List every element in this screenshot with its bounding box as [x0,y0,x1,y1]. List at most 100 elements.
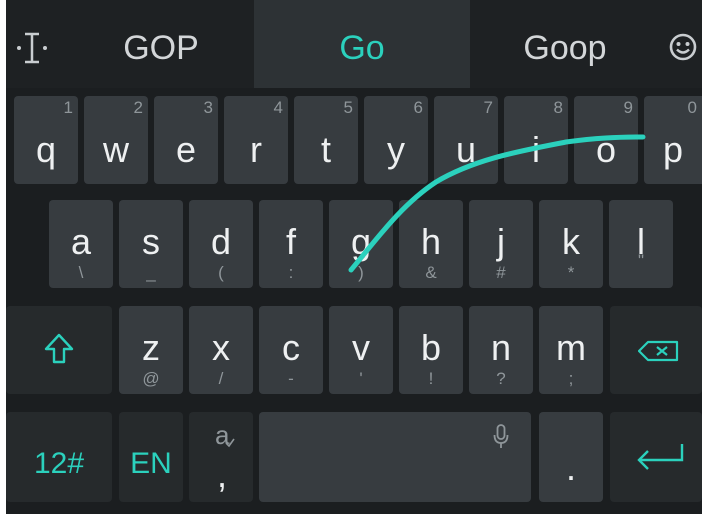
emoji-icon[interactable] [668,32,698,62]
key-label: o [595,129,617,170]
key-label: h [420,221,442,262]
key-hint: 4 [273,98,283,117]
key-hint: 7 [483,98,493,117]
symbols-label: 12# [33,447,85,480]
space-key[interactable] [259,412,531,502]
key-label: a [70,221,92,262]
key-i[interactable]: 8 i [504,96,568,184]
key-label: t [320,129,331,170]
key-label: y [387,129,405,170]
key-a[interactable]: a \ [49,200,113,288]
backspace-icon [638,340,679,362]
key-h[interactable]: h & [399,200,463,288]
key-k[interactable]: k * [539,200,603,288]
key-f[interactable]: f : [259,200,323,288]
language-label: EN [130,447,172,480]
key-hint: ' [359,369,363,388]
key-hint: / [218,369,224,388]
key-label: v [352,327,370,368]
key-x[interactable]: x / [189,306,253,394]
comma-label: , [217,454,228,495]
suggestion-strip: GOP Go Goop [6,0,702,88]
key-y[interactable]: 6 y [364,96,428,184]
key-label: z [142,327,160,368]
key-label: x [212,327,230,368]
period-label: . [565,447,576,488]
key-hint: 2 [133,98,143,117]
enter-arrow-icon [637,444,684,470]
key-s[interactable]: s _ [119,200,183,288]
backspace-key[interactable] [610,306,702,394]
key-label: k [562,221,580,262]
key-hint: " [637,251,645,270]
period-key[interactable]: . [539,412,603,502]
key-hint: 6 [413,98,423,117]
key-label: b [420,327,442,368]
key-label: w [103,129,129,170]
key-z[interactable]: z @ [119,306,183,394]
key-hint: 9 [623,98,633,117]
check-icon [225,438,235,448]
key-q[interactable]: 1 q [14,96,78,184]
key-d[interactable]: d ( [189,200,253,288]
symbols-key[interactable]: 12# [6,412,112,502]
key-p[interactable]: 0 p [644,96,702,184]
key-j[interactable]: j # [469,200,533,288]
key-label: s [142,221,160,262]
key-hint: ! [428,369,434,388]
key-hint: 1 [63,98,73,117]
key-label: c [282,327,300,368]
key-t[interactable]: 5 t [294,96,358,184]
language-key[interactable]: EN [119,412,183,502]
comma-key[interactable]: a , [189,412,253,502]
suggestion-center[interactable]: Go [254,0,470,88]
key-hint: 0 [687,98,697,117]
key-hint: ? [496,369,506,388]
shift-key[interactable] [6,306,112,394]
key-hint: \ [78,263,84,282]
key-label: d [210,221,232,262]
key-l[interactable]: l " [609,200,673,288]
key-hint: * [567,263,575,282]
suggestion-right[interactable]: Goop [490,0,640,88]
key-w[interactable]: 2 w [84,96,148,184]
microphone-icon [493,424,509,448]
key-label: n [490,327,512,368]
key-u[interactable]: 7 u [434,96,498,184]
key-hint: 3 [203,98,213,117]
key-hint: ) [358,263,364,282]
text-cursor-icon[interactable] [14,28,50,68]
key-hint: 8 [553,98,563,117]
key-hint: ; [568,369,574,388]
key-o[interactable]: 9 o [574,96,638,184]
key-hint: & [425,263,437,282]
key-r[interactable]: 4 r [224,96,288,184]
key-label: q [35,129,57,170]
keyboard: GOP Go Goop 1 q 2 w 3 e 4 r 5 t 6 y 7 u … [6,0,702,514]
key-label: j [497,221,505,262]
key-hint: @ [142,369,160,388]
suggestion-left[interactable]: GOP [86,0,236,88]
key-hint: 5 [343,98,353,117]
key-e[interactable]: 3 e [154,96,218,184]
key-m[interactable]: m ; [539,306,603,394]
key-label: f [285,221,296,262]
key-label: e [175,129,197,170]
shift-arrow-icon [44,333,74,364]
key-b[interactable]: b ! [399,306,463,394]
key-hint: # [496,263,506,282]
key-label: p [662,129,684,170]
key-c[interactable]: c - [259,306,323,394]
key-label: m [556,327,586,368]
key-label: u [455,129,477,170]
key-label: i [532,129,540,170]
key-v[interactable]: v ' [329,306,393,394]
key-g[interactable]: g ) [329,200,393,288]
key-label: r [250,129,262,170]
key-hint: _ [146,263,156,282]
key-hint: : [288,263,294,282]
key-label: g [350,221,372,262]
key-hint: - [288,369,294,388]
key-n[interactable]: n ? [469,306,533,394]
enter-key[interactable] [610,412,702,502]
